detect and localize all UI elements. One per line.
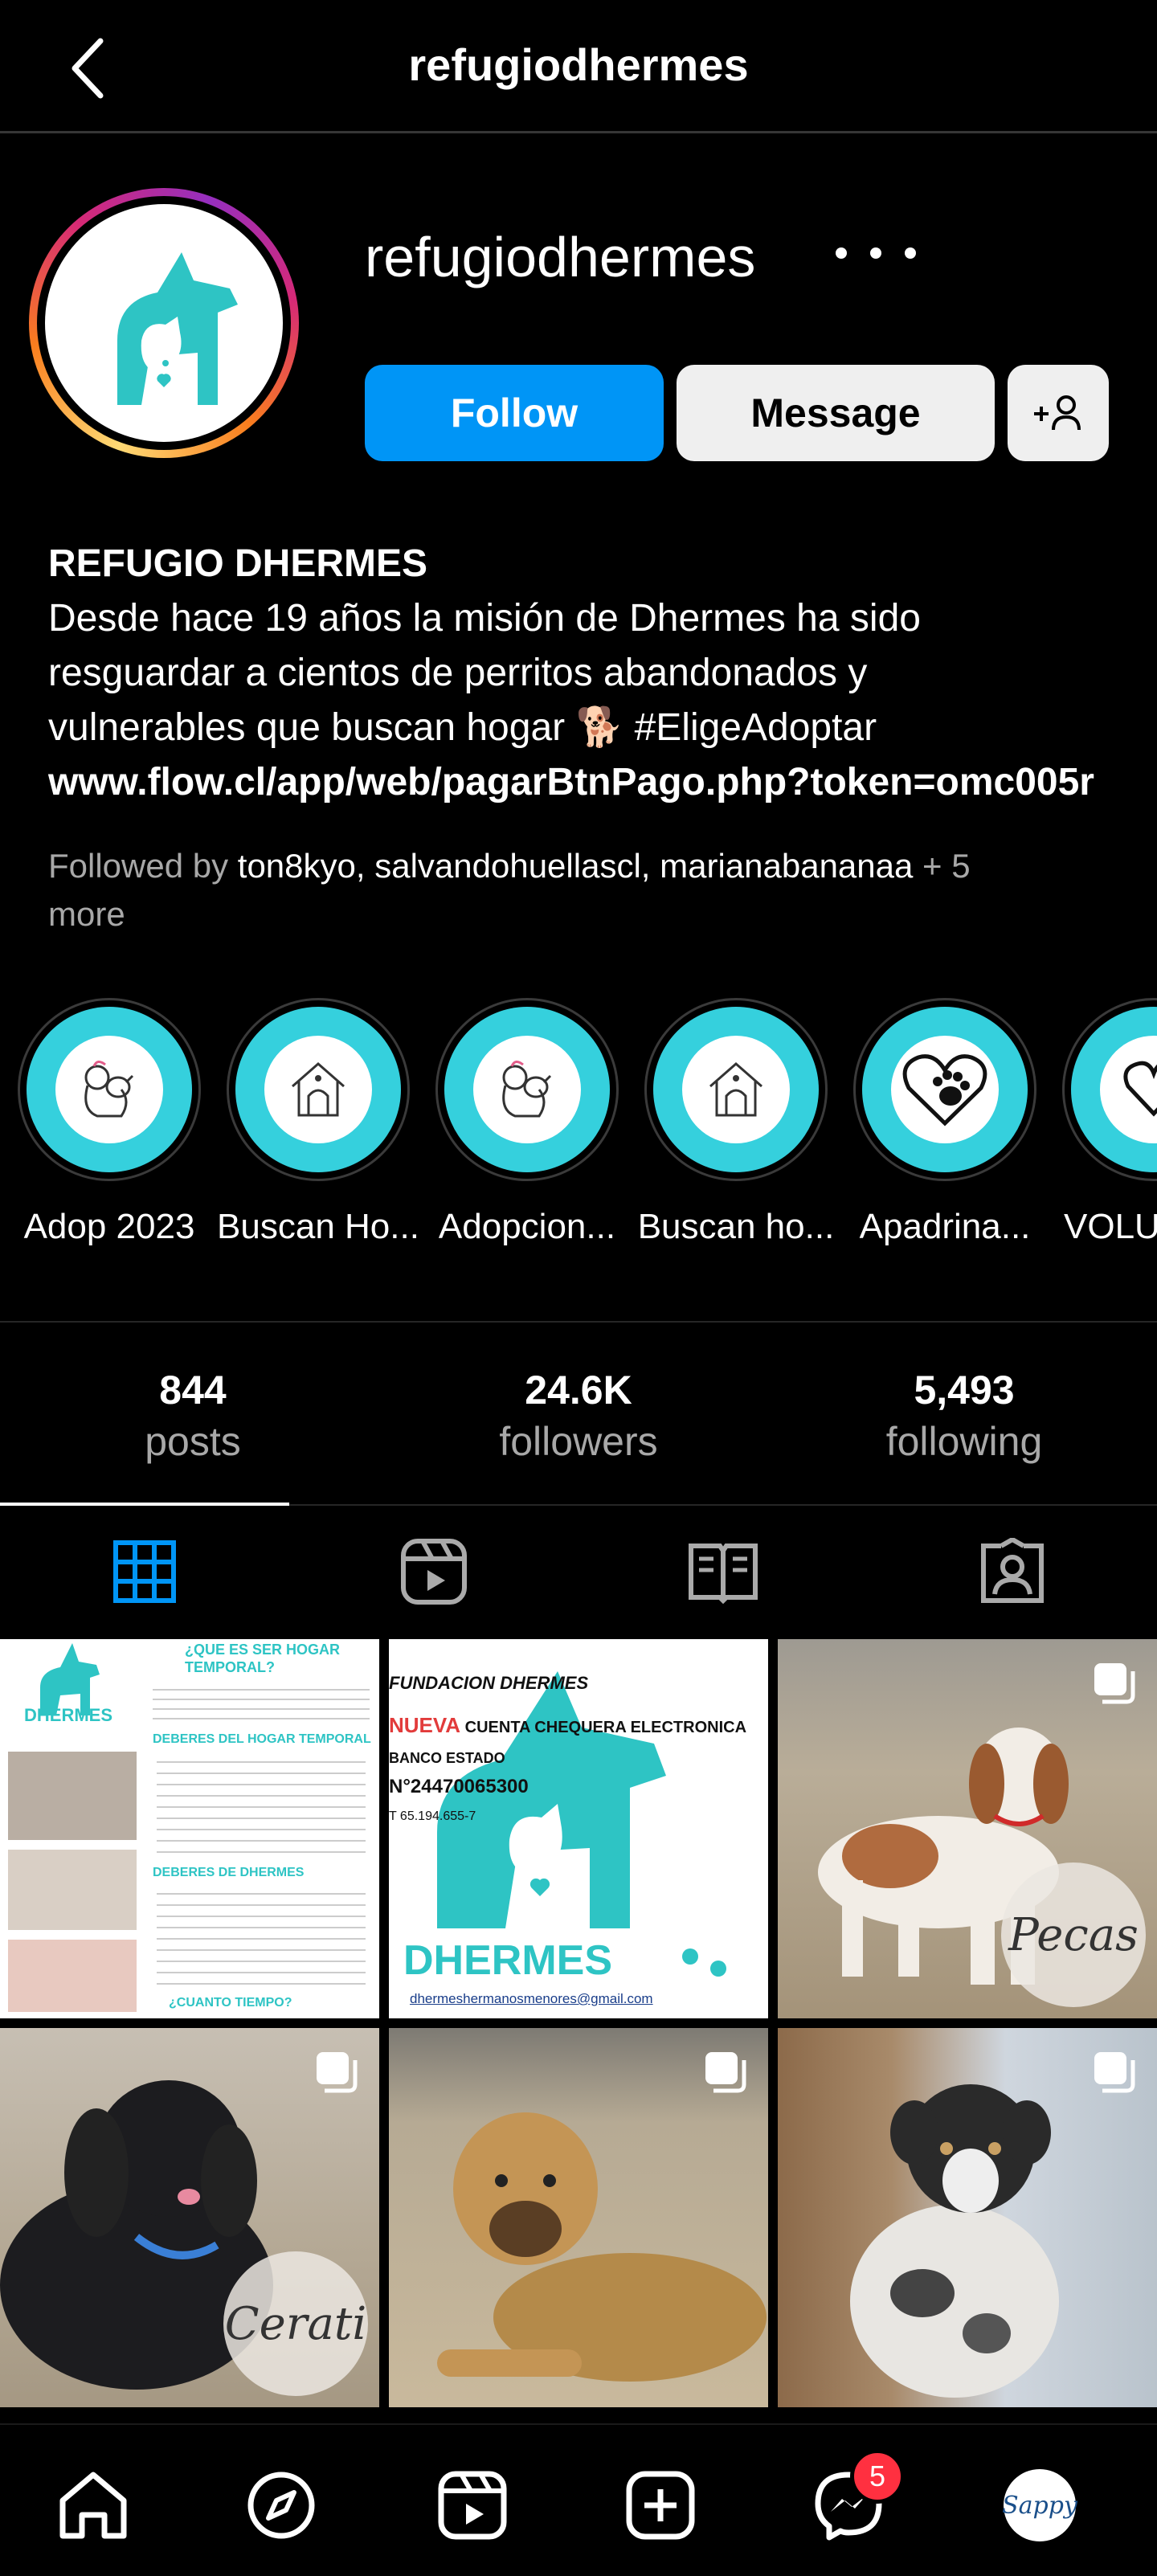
tab-posts[interactable] xyxy=(104,1531,185,1612)
highlight-label: Apadrina... xyxy=(859,1207,1031,1246)
followed-by-prefix: Followed by xyxy=(48,847,229,885)
flyer-line: T 65.194.655-7 xyxy=(389,1809,476,1823)
dhermes-logo xyxy=(45,204,283,442)
nav-create[interactable] xyxy=(620,2465,701,2545)
flyer-line: NUEVA CUENTA CHEQUERA ELECTRONICA xyxy=(389,1713,747,1737)
profile-avatar[interactable] xyxy=(29,188,299,458)
reels-icon xyxy=(401,1539,467,1605)
active-tab-indicator xyxy=(0,1503,289,1506)
dog-photo xyxy=(8,1850,137,1930)
dog-photo xyxy=(8,1940,137,2012)
followed-by-names: ton8kyo, salvandohuellascl, marianabanan… xyxy=(237,847,914,885)
flyer-section: DEBERES DE DHERMES xyxy=(153,1866,305,1879)
flyer-line: BANCO ESTADO xyxy=(389,1750,505,1766)
post-thumbnail[interactable]: FUNDACION DHERMES NUEVA CUENTA CHEQUERA … xyxy=(389,1639,768,2018)
follow-button[interactable]: Follow xyxy=(365,365,664,461)
paw-heart-icon xyxy=(902,1054,987,1126)
multiple-photos-icon xyxy=(705,2052,746,2093)
highlight-label: Buscan Ho... xyxy=(217,1207,419,1246)
tab-tagged[interactable] xyxy=(972,1531,1053,1612)
profile-avatar-small: Sappy xyxy=(1002,2469,1077,2541)
flyer-list xyxy=(157,1752,366,1856)
guide-book-icon xyxy=(689,1544,758,1604)
compass-icon xyxy=(247,2472,315,2539)
flyer-line: FUNDACION DHERMES xyxy=(389,1673,589,1693)
add-person-icon xyxy=(1034,395,1081,431)
multiple-photos-icon xyxy=(317,2052,358,2093)
posts-grid: DHERMES ¿QUE ES SER HOGAR TEMPORAL? DEBE… xyxy=(0,1639,1157,2427)
dog-house-icon xyxy=(292,1062,345,1117)
post-thumbnail[interactable] xyxy=(389,2028,768,2407)
dog-house-icon xyxy=(709,1062,762,1117)
post-logo: DHERMES xyxy=(24,1705,113,1725)
highlight-label: Adopcion... xyxy=(438,1207,616,1246)
profile-bio: REFUGIO DHERMES Desde hace 19 años la mi… xyxy=(48,537,1157,810)
flyer-heading: ¿QUE ES SER HOGAR TEMPORAL? xyxy=(185,1642,341,1675)
followers-label: followers xyxy=(499,1419,658,1464)
nav-profile[interactable]: Sappy xyxy=(1000,2465,1080,2545)
post-thumbnail[interactable]: Cerati xyxy=(0,2028,379,2407)
suggested-users-button[interactable] xyxy=(1008,365,1109,461)
nav-home[interactable] xyxy=(53,2465,133,2545)
nav-reels[interactable] xyxy=(432,2465,513,2545)
dot-icon xyxy=(905,247,916,259)
message-button[interactable]: Message xyxy=(677,365,995,461)
messages-badge: 5 xyxy=(850,2449,905,2504)
reels-icon xyxy=(438,2471,507,2540)
dot-icon xyxy=(836,247,847,259)
hug-dog-icon xyxy=(502,1061,552,1118)
grid-icon xyxy=(113,1540,176,1603)
tagged-person-icon xyxy=(981,1538,1044,1603)
bio-text: Desde hace 19 años la misión de Dhermes … xyxy=(48,597,921,749)
pet-name-badge: Pecas xyxy=(1001,1862,1146,2007)
flyer-section: DEBERES DEL HOGAR TEMPORAL xyxy=(153,1732,371,1746)
home-icon xyxy=(59,2472,127,2539)
posts-stat[interactable]: 844 posts xyxy=(0,1364,386,1467)
dot-icon xyxy=(870,247,881,259)
hug-dog-icon xyxy=(84,1061,134,1118)
followers-count: 24.6K xyxy=(525,1368,632,1413)
flyer-list xyxy=(157,1883,366,1988)
nav-explore[interactable] xyxy=(241,2465,321,2545)
more-options-button[interactable] xyxy=(836,233,916,273)
flyer-email: dhermeshermanosmenores@gmail.com xyxy=(410,1991,653,2006)
heart-icon xyxy=(1123,1061,1157,1117)
bio-name: REFUGIO DHERMES xyxy=(48,542,428,585)
post-thumbnail[interactable]: Pecas xyxy=(778,1639,1157,2018)
followers-stat[interactable]: 24.6K followers xyxy=(386,1364,771,1467)
posts-label: posts xyxy=(145,1419,241,1464)
multiple-photos-icon xyxy=(1094,2052,1135,2093)
profile-username: refugiodhermes xyxy=(365,226,756,288)
highlight-label: Buscan ho... xyxy=(637,1207,835,1246)
following-stat[interactable]: 5,493 following xyxy=(771,1364,1157,1467)
pet-name-badge: Cerati xyxy=(223,2251,368,2396)
divider xyxy=(0,1321,1157,1323)
followed-by[interactable]: Followed by ton8kyo, salvandohuellascl, … xyxy=(48,842,1053,938)
posts-count: 844 xyxy=(159,1368,227,1413)
dog-photo xyxy=(8,1752,137,1840)
flyer-section: ¿CUANTO TIEMPO? xyxy=(169,1996,292,2010)
flyer-body xyxy=(153,1681,370,1726)
post-thumbnail[interactable]: DHERMES ¿QUE ES SER HOGAR TEMPORAL? DEBE… xyxy=(0,1639,379,2018)
flyer-brand: DHERMES xyxy=(403,1937,613,1984)
following-label: following xyxy=(885,1419,1043,1464)
multiple-photos-icon xyxy=(1094,1663,1135,1704)
story-highlights: Adop 2023 Buscan Ho... Adopcion... Busca… xyxy=(0,998,1157,1255)
following-count: 5,493 xyxy=(914,1368,1015,1413)
bio-link[interactable]: www.flow.cl/app/web/pagarBtnPago.php?tok… xyxy=(48,755,1157,810)
top-bar: refugiodhermes xyxy=(0,0,1157,133)
post-thumbnail[interactable] xyxy=(778,2028,1157,2407)
tab-guides[interactable] xyxy=(683,1531,763,1612)
bottom-navigation: 5 Sappy xyxy=(0,2423,1157,2576)
page-title: refugiodhermes xyxy=(408,39,749,90)
tab-reels[interactable] xyxy=(394,1531,474,1612)
highlight-label: VOLU xyxy=(1064,1207,1157,1246)
highlight-label: Adop 2023 xyxy=(23,1207,195,1246)
flyer-line: N°24470065300 xyxy=(389,1776,529,1797)
plus-square-icon xyxy=(626,2471,695,2540)
